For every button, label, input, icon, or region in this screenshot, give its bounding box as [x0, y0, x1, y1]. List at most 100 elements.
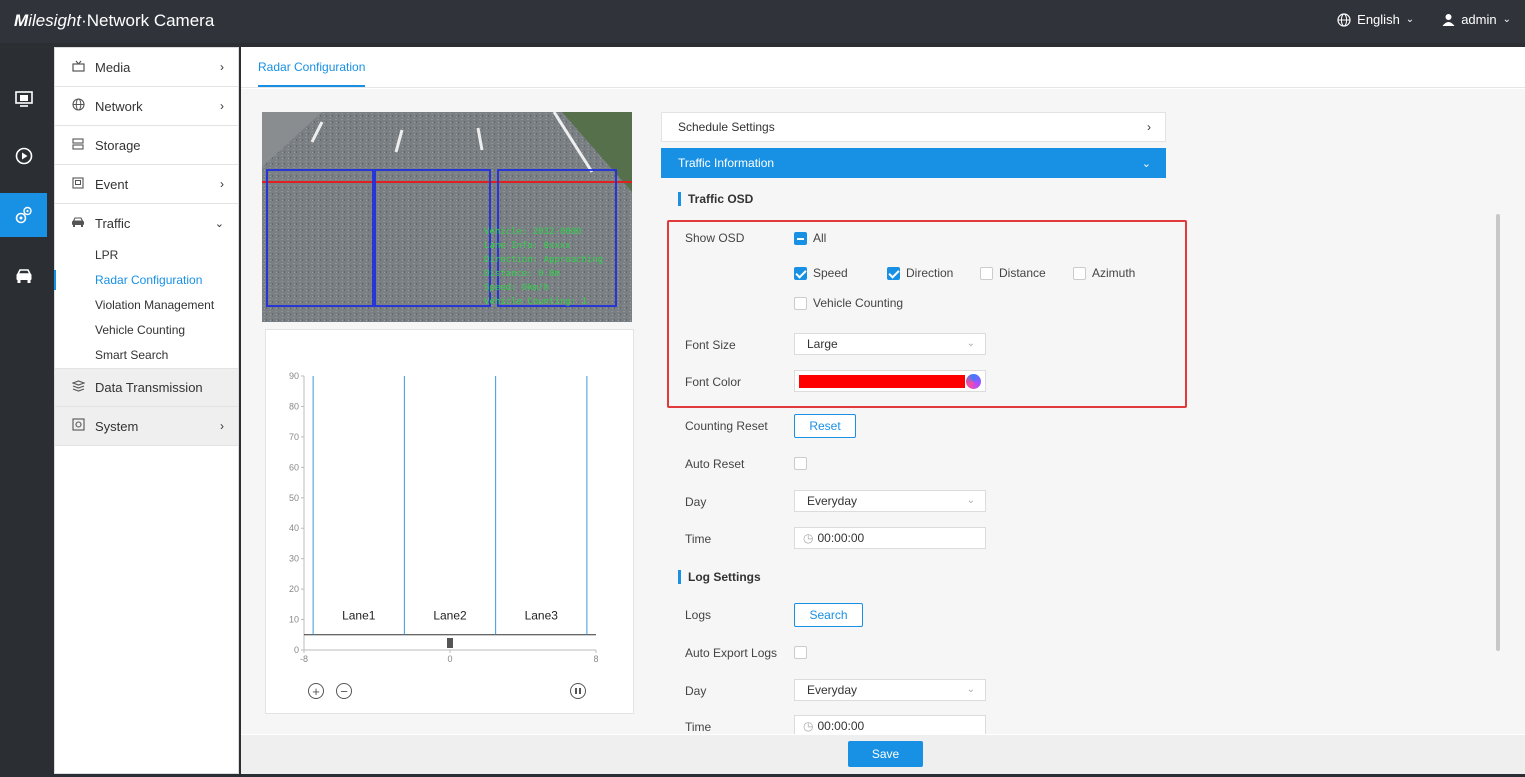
osd-all-checkbox[interactable]: All	[794, 231, 826, 245]
counting-reset-label: Counting Reset	[685, 419, 768, 433]
chevron-down-icon: ⌄	[966, 495, 975, 506]
checkbox-box[interactable]	[980, 266, 993, 280]
counting-reset-row: Counting Reset Reset	[661, 414, 1166, 438]
sidebar-subitem-smart-search[interactable]: Smart Search	[55, 343, 238, 368]
sidebar-subitem-lpr[interactable]: LPR	[55, 243, 238, 268]
sidebar-subitem-violation-management[interactable]: Violation Management	[55, 293, 238, 318]
sidebar-subitem-vehicle-counting[interactable]: Vehicle Counting	[55, 318, 238, 343]
osd-distance-checkbox[interactable]: Distance	[980, 266, 1046, 280]
chevron-right-icon: ›	[1147, 120, 1151, 134]
y-tick-label: 10	[289, 615, 299, 625]
checkbox-box[interactable]	[887, 266, 900, 280]
chevron-down-icon: ⌄	[1405, 14, 1415, 25]
y-tick-label: 30	[289, 554, 299, 564]
osd-line: Speed: 0km/h	[484, 283, 550, 293]
log-time-input[interactable]: ◷ 00:00:00	[794, 715, 986, 734]
auto-reset-checkbox[interactable]	[794, 457, 807, 470]
sidebar-item-network[interactable]: Network ›	[55, 87, 238, 126]
sidebar-item-event[interactable]: Event ›	[55, 165, 238, 204]
checkbox-label: Vehicle Counting	[813, 296, 904, 310]
font-size-row: Font Size Large ⌄	[661, 333, 1166, 355]
clock-icon: ◷	[803, 531, 814, 545]
globe-icon	[1337, 12, 1351, 27]
sidebar-item-data-transmission[interactable]: Data Transmission	[55, 368, 238, 407]
brand-product: ·Network Camera	[81, 11, 215, 30]
osd-vehicle-counting-checkbox[interactable]: Vehicle Counting	[794, 296, 903, 310]
icon-bar	[0, 43, 47, 777]
pause-button[interactable]	[570, 683, 586, 699]
settings-icon[interactable]	[0, 193, 47, 237]
osd-line: Distance: 0.0m	[484, 269, 560, 279]
globe-icon	[69, 98, 87, 114]
zoom-in-button[interactable]: +	[308, 683, 324, 699]
font-color-picker[interactable]	[794, 370, 986, 392]
y-tick-label: 50	[289, 493, 299, 503]
time-input[interactable]: ◷ 00:00:00	[794, 527, 986, 549]
search-logs-button[interactable]: Search	[794, 603, 863, 627]
car-icon	[69, 216, 87, 231]
chevron-down-icon: ⌄	[966, 338, 975, 349]
auto-export-logs-checkbox[interactable]	[794, 646, 807, 659]
checkbox-label: Direction	[906, 266, 954, 280]
data-transmission-icon	[69, 380, 87, 395]
lane-label: Lane2	[433, 609, 467, 623]
select-value: Everyday	[807, 494, 858, 508]
sidebar-item-label: Storage	[95, 137, 141, 153]
y-tick-label: 40	[289, 523, 299, 533]
osd-speed-checkbox[interactable]: Speed	[794, 266, 848, 280]
time-row: Time ◷ 00:00:00	[661, 527, 1166, 549]
sidebar-item-system[interactable]: System ›	[55, 407, 238, 446]
language-selector[interactable]: English ⌄	[1337, 12, 1414, 27]
scrollbar[interactable]	[1496, 214, 1500, 651]
osd-line: Lane Info: 0xxxx	[484, 241, 571, 251]
log-day-select[interactable]: Everyday ⌄	[794, 679, 986, 701]
checkbox-label: Speed	[813, 266, 848, 280]
lane-label: Lane1	[342, 609, 376, 623]
y-tick-label: 0	[294, 645, 299, 655]
schedule-settings-accordion[interactable]: Schedule Settings ›	[661, 112, 1166, 142]
time-value: 00:00:00	[817, 531, 865, 545]
user-icon	[1442, 14, 1455, 26]
live-view-icon[interactable]	[0, 79, 47, 119]
user-menu[interactable]: admin ⌄	[1442, 12, 1511, 27]
media-icon	[69, 60, 87, 75]
footer-bar: Save	[241, 735, 1525, 774]
osd-line: Direction: Approaching	[484, 255, 604, 265]
day-select[interactable]: Everyday ⌄	[794, 490, 986, 512]
color-wheel-icon[interactable]	[966, 374, 981, 389]
sidebar-item-label: Traffic	[95, 216, 131, 231]
osd-azimuth-checkbox[interactable]: Azimuth	[1073, 266, 1135, 280]
font-size-select[interactable]: Large ⌄	[794, 333, 986, 355]
brand-name: ilesight	[28, 11, 82, 30]
save-button[interactable]: Save	[848, 741, 923, 767]
sidebar-item-media[interactable]: Media ›	[55, 48, 238, 87]
sidebar-subitem-radar-configuration[interactable]: Radar Configuration	[54, 268, 238, 293]
checkbox-box[interactable]	[1073, 266, 1086, 280]
sidebar-item-label: Media	[95, 59, 131, 75]
sidebar-item-traffic[interactable]: Traffic ⌄	[55, 204, 238, 243]
sidebar-item-storage[interactable]: Storage	[55, 126, 238, 165]
font-size-label: Font Size	[685, 338, 736, 352]
accordion-label: Schedule Settings	[678, 120, 775, 134]
checkbox-label: Azimuth	[1092, 266, 1136, 280]
accordion-label: Traffic Information	[678, 156, 775, 170]
y-tick-label: 80	[289, 401, 299, 411]
select-value: Everyday	[807, 683, 858, 697]
day-label: Day	[685, 684, 707, 698]
x-tick-label: 8	[593, 654, 598, 664]
x-tick-label: -8	[300, 654, 308, 664]
top-bar: Milesight·Network Camera English ⌄ admin…	[0, 0, 1525, 43]
event-icon	[69, 176, 87, 192]
playback-icon[interactable]	[0, 136, 47, 176]
traffic-information-accordion[interactable]: Traffic Information ⌄	[661, 148, 1166, 178]
checkbox-box[interactable]	[794, 266, 807, 280]
checkbox-box[interactable]	[794, 296, 807, 310]
zoom-out-button[interactable]: −	[336, 683, 352, 699]
osd-overlay-text: Vehicle: 2032-0000 Lane Info: 0xxxx Dire…	[484, 225, 603, 309]
osd-direction-checkbox[interactable]: Direction	[887, 266, 953, 280]
vehicle-icon[interactable]	[0, 256, 47, 296]
reset-button[interactable]: Reset	[794, 414, 856, 438]
pause-icon	[575, 688, 581, 694]
checkbox-box[interactable]	[794, 231, 807, 245]
tab-radar-configuration[interactable]: Radar Configuration	[258, 60, 366, 87]
